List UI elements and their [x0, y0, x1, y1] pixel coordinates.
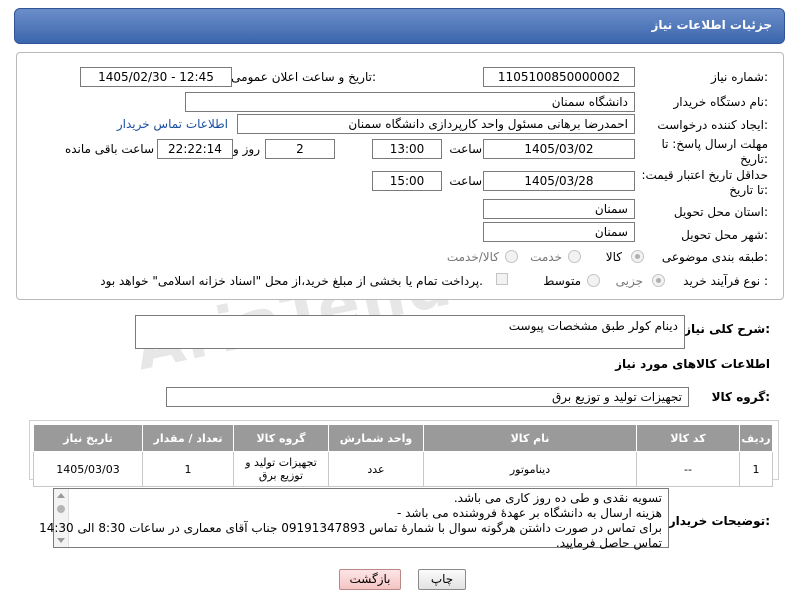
- note-line: تسویه نقدی و طی ده روز کاری می باشد.: [453, 491, 662, 505]
- print-button[interactable]: چاپ: [418, 569, 466, 590]
- buyer-org-label: نام دستگاه خریدار:: [673, 95, 769, 109]
- description-textarea[interactable]: دینام کولر طبق مشخصات پیوست: [135, 315, 685, 349]
- goods-table: ردیف کد کالا نام کالا واحد شمارش گروه کا…: [33, 424, 773, 487]
- days-remaining-field[interactable]: 2: [265, 139, 335, 159]
- col-header-code: کد کالا: [636, 424, 740, 452]
- deadline-time-label: ساعت: [449, 142, 482, 156]
- need-number-field[interactable]: 1105100850000002: [483, 67, 635, 87]
- remaining-time-label: ساعت باقی مانده: [64, 142, 154, 156]
- process-medium-label: متوسط: [543, 274, 581, 288]
- creator-field[interactable]: احمدرضا برهانی مسئول واحد کارپردازی دانش…: [237, 114, 635, 134]
- col-header-name: نام کالا: [423, 424, 637, 452]
- buyer-contact-link[interactable]: اطلاعات تماس خریدار: [117, 117, 228, 131]
- creator-label: ایجاد کننده درخواست:: [657, 118, 768, 132]
- province-label: استان محل تحویل:: [673, 205, 768, 219]
- note-line: تماس حاصل فرمایید.: [555, 536, 662, 550]
- description-text: دینام کولر طبق مشخصات پیوست: [508, 319, 678, 333]
- process-minor-label: جزیی: [615, 274, 643, 288]
- table-row[interactable]: 1 -- دیناموتور عدد تجهیزات تولید و توزیع…: [33, 451, 773, 487]
- process-radio-minor[interactable]: [652, 274, 665, 287]
- cell-date: 1405/03/03: [33, 451, 143, 487]
- scroll-arrows-icon: [57, 493, 65, 543]
- notes-scrollbar[interactable]: [54, 489, 69, 547]
- process-radio-medium[interactable]: [587, 274, 600, 287]
- remaining-time-field[interactable]: 22:22:14: [157, 139, 233, 159]
- validity-time-label: ساعت: [449, 174, 482, 188]
- cell-name: دیناموتور: [423, 451, 637, 487]
- city-field[interactable]: سمنان: [483, 222, 635, 242]
- cell-group: تجهیزات تولید و توزیع برق: [233, 451, 329, 487]
- announce-label: تاریخ و ساعت اعلان عمومی:: [231, 70, 376, 84]
- buyer-notes-box[interactable]: تسویه نقدی و طی ده روز کاری می باشد. هزی…: [39, 488, 669, 551]
- treasury-payment-note: پرداخت تمام یا بخشی از مبلغ خرید،از محل …: [100, 274, 483, 288]
- category-label: طبقه بندی موضوعی:: [661, 250, 768, 264]
- note-line: برای تماس در صورت داشتن هرگونه سوال با ش…: [39, 521, 662, 535]
- goods-section-title: اطلاعات کالاهای مورد نیاز: [615, 357, 770, 371]
- category-service-label: خدمت: [530, 250, 562, 264]
- category-goods-service-label: کالا/خدمت: [446, 250, 499, 264]
- table-header-row: ردیف کد کالا نام کالا واحد شمارش گروه کا…: [33, 424, 773, 452]
- col-header-quantity: تعداد / مقدار: [142, 424, 234, 452]
- page-header: جزئیات اطلاعات نیاز: [14, 8, 785, 44]
- note-line: هزینه ارسال به دانشگاه بر عهدهٔ فروشنده …: [396, 506, 662, 520]
- process-label: نوع فرآیند خرید :: [683, 274, 768, 288]
- col-header-unit: واحد شمارش: [328, 424, 424, 452]
- description-label: شرح کلی نیاز:: [684, 322, 770, 336]
- days-label: روز و: [233, 142, 260, 156]
- col-header-row-number: ردیف: [739, 424, 773, 452]
- announce-datetime-field[interactable]: 1405/02/30 - 12:45: [80, 67, 232, 87]
- category-radio-goods[interactable]: [631, 250, 644, 263]
- back-button[interactable]: بازگشت: [339, 569, 401, 590]
- cell-unit: عدد: [328, 451, 424, 487]
- cell-quantity: 1: [142, 451, 234, 487]
- deadline-label: مهلت ارسال پاسخ: تا تاریخ:: [661, 137, 768, 166]
- validity-time-field[interactable]: 15:00: [372, 171, 442, 191]
- city-label: شهر محل تحویل:: [681, 228, 768, 242]
- cell-row-number: 1: [739, 451, 773, 487]
- province-field[interactable]: سمنان: [483, 199, 635, 219]
- validity-date-field[interactable]: 1405/03/28: [483, 171, 635, 191]
- goods-group-field[interactable]: تجهیزات تولید و توزیع برق: [166, 387, 689, 407]
- buyer-notes-text: تسویه نقدی و طی ده روز کاری می باشد. هزی…: [39, 491, 662, 551]
- col-header-group: گروه کالا: [233, 424, 329, 452]
- validity-label: حداقل تاریخ اعتبار قیمت: تا تاریخ:: [641, 168, 768, 197]
- col-header-date: تاریخ نیاز: [33, 424, 143, 452]
- buyer-notes-label: توضیحات خریدار:: [668, 514, 770, 528]
- category-goods-label: کالا: [605, 250, 622, 264]
- treasury-payment-checkbox[interactable]: [496, 273, 508, 285]
- category-radio-goods-service[interactable]: [505, 250, 518, 263]
- goods-group-label: گروه کالا:: [711, 390, 770, 404]
- need-number-label: شماره نیاز:: [710, 70, 768, 84]
- category-radio-service[interactable]: [568, 250, 581, 263]
- buyer-org-field[interactable]: دانشگاه سمنان: [185, 92, 635, 112]
- deadline-date-field[interactable]: 1405/03/02: [483, 139, 635, 159]
- page-title: جزئیات اطلاعات نیاز: [651, 18, 772, 32]
- deadline-time-field[interactable]: 13:00: [372, 139, 442, 159]
- cell-code: --: [636, 451, 740, 487]
